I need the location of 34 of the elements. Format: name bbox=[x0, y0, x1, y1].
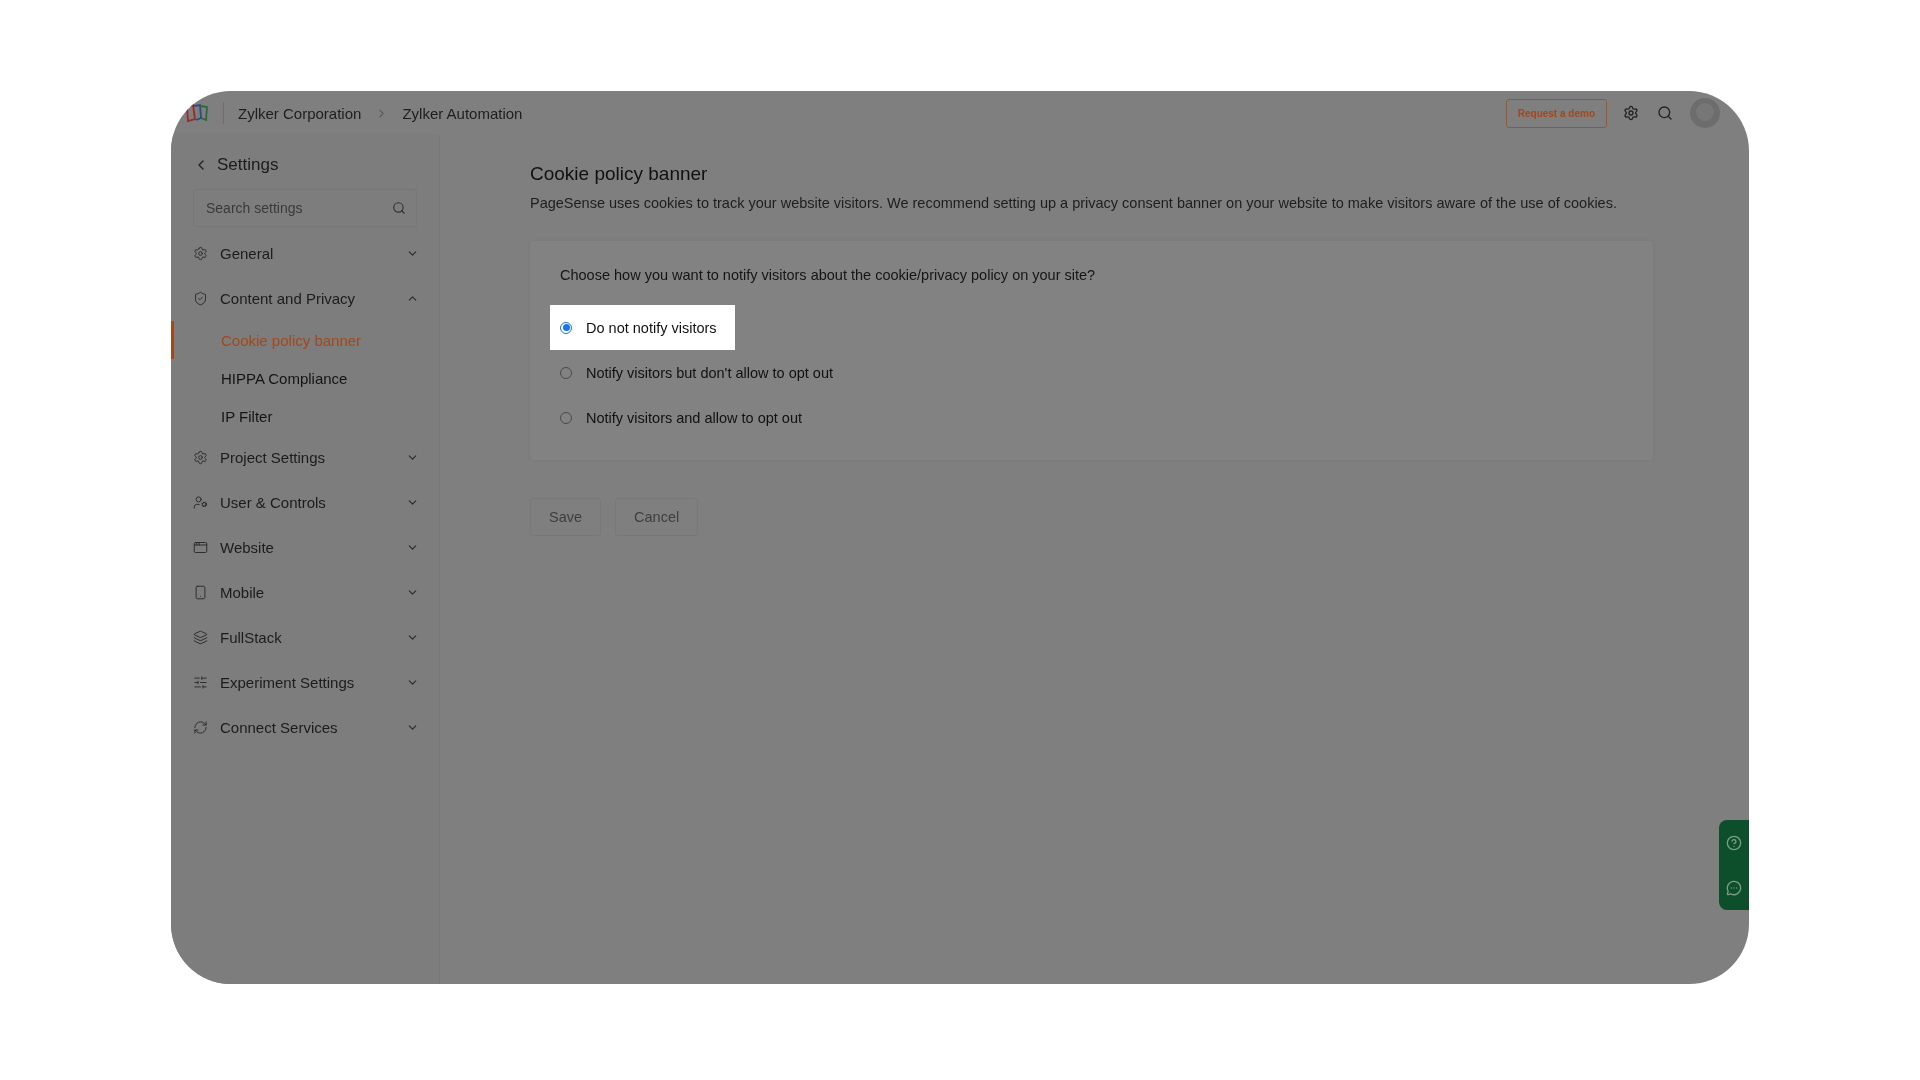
search-input[interactable]: Search settings bbox=[204, 199, 392, 217]
sync-icon bbox=[193, 720, 208, 735]
gear-icon bbox=[193, 450, 208, 465]
breadcrumb-link[interactable]: Zylker Automation bbox=[402, 104, 523, 122]
settings-icon[interactable] bbox=[1621, 103, 1641, 123]
layers-icon bbox=[193, 630, 208, 645]
user-gear-icon bbox=[193, 495, 208, 510]
phone-icon bbox=[193, 585, 208, 600]
radio-option[interactable]: Notify visitors and allow to opt out bbox=[550, 395, 820, 440]
sidebar-section[interactable]: Project Settings bbox=[171, 435, 439, 480]
sidebar-section[interactable]: Experiment Settings bbox=[171, 660, 439, 705]
gear-icon bbox=[193, 246, 208, 261]
sidebar-section[interactable]: General bbox=[171, 231, 439, 276]
page-title: Cookie policy banner bbox=[530, 163, 709, 185]
logo-icon bbox=[185, 103, 209, 123]
question-text: Choose how you want to notify visitors about the cookie/privacy policy on your site? bbox=[560, 267, 1097, 283]
sidebar-section[interactable]: User & Controls bbox=[171, 480, 439, 525]
sidebar-title: Settings bbox=[217, 155, 279, 175]
sidebar-section[interactable]: Content and Privacy bbox=[171, 276, 439, 321]
search-field[interactable]: Search settings bbox=[193, 189, 417, 227]
window-icon bbox=[193, 540, 208, 555]
sidebar-item[interactable]: HIPPA Compliance bbox=[171, 359, 439, 397]
sidebar-section[interactable]: Mobile bbox=[171, 570, 439, 615]
page-description: PageSense uses cookies to track your website visitors. We recommend setting up a privacy consent banner on your website to make visitors aware of the use of cookies. bbox=[530, 195, 1618, 211]
search-icon bbox=[392, 201, 406, 215]
sidebar-item[interactable]: IP Filter bbox=[171, 397, 439, 435]
shield-icon bbox=[193, 291, 208, 306]
sidebar-section[interactable]: FullStack bbox=[171, 615, 439, 660]
breadcrumb-link[interactable]: Zylker Corporation bbox=[238, 104, 362, 122]
radio-option[interactable]: Do not notify visitors bbox=[550, 305, 735, 350]
radio-option[interactable]: Notify visitors but don't allow to opt out bbox=[550, 350, 851, 395]
sidebar-section[interactable]: Connect Services bbox=[171, 705, 439, 750]
sidebar-section[interactable]: Website bbox=[171, 525, 439, 570]
sliders-icon bbox=[193, 675, 208, 690]
